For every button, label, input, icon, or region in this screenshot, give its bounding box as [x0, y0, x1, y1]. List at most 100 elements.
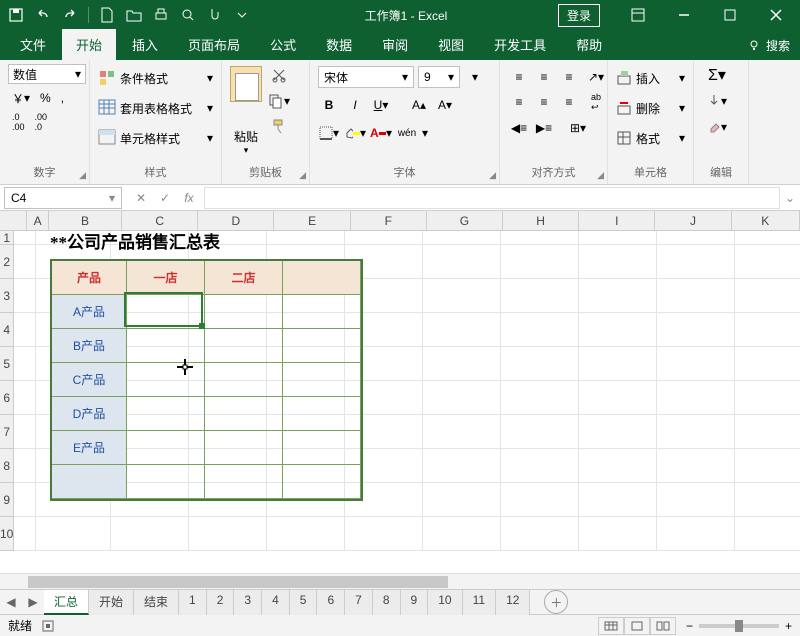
- table-row-label[interactable]: C产品: [52, 363, 127, 397]
- redo-icon[interactable]: [58, 3, 82, 27]
- font-color-button[interactable]: A▾: [370, 122, 392, 144]
- tab-pagelayout[interactable]: 页面布局: [174, 29, 254, 60]
- cell[interactable]: [423, 449, 501, 483]
- bold-button[interactable]: B: [318, 94, 340, 116]
- cell[interactable]: [735, 347, 800, 381]
- comma-button[interactable]: ,: [57, 88, 68, 108]
- expand-formula-bar-icon[interactable]: ⌄: [780, 191, 800, 205]
- col-header-E[interactable]: E: [274, 211, 350, 230]
- undo-icon[interactable]: [31, 3, 55, 27]
- minimize-icon[interactable]: [664, 0, 704, 30]
- col-header-H[interactable]: H: [503, 211, 579, 230]
- tab-data[interactable]: 数据: [312, 29, 366, 60]
- cell[interactable]: [14, 415, 36, 449]
- align-middle-button[interactable]: ≡: [533, 66, 555, 88]
- table-cell[interactable]: [205, 431, 283, 465]
- align-center-button[interactable]: ≡: [533, 91, 555, 113]
- dialog-launcher-icon[interactable]: ◢: [299, 170, 306, 181]
- cell[interactable]: [501, 381, 579, 415]
- zoom-slider[interactable]: [699, 624, 779, 628]
- fx-icon[interactable]: fx: [178, 187, 200, 209]
- page-break-view-button[interactable]: [650, 617, 676, 635]
- tab-home[interactable]: 开始: [62, 29, 116, 60]
- sheet-tab[interactable]: 10: [428, 590, 462, 615]
- italic-button[interactable]: I: [344, 94, 366, 116]
- cell[interactable]: [14, 381, 36, 415]
- open-icon[interactable]: [122, 3, 146, 27]
- increase-indent-button[interactable]: ▶≡: [533, 117, 555, 139]
- col-header-I[interactable]: I: [579, 211, 655, 230]
- cell[interactable]: [189, 517, 267, 551]
- formula-bar[interactable]: [204, 187, 780, 209]
- cell-styles-button[interactable]: 单元格样式▾: [98, 126, 213, 150]
- cell[interactable]: [579, 517, 657, 551]
- delete-cells-button[interactable]: 删除▾: [616, 96, 685, 120]
- row-header-9[interactable]: 9: [0, 483, 14, 517]
- cell[interactable]: [657, 347, 735, 381]
- table-cell[interactable]: [205, 295, 283, 329]
- sheet-tab[interactable]: 1: [179, 590, 207, 615]
- table-cell[interactable]: [283, 295, 361, 329]
- cell[interactable]: [14, 279, 36, 313]
- increase-font-button[interactable]: A▴: [408, 94, 430, 116]
- currency-button[interactable]: ￥▾: [8, 88, 34, 108]
- row-header-3[interactable]: 3: [0, 279, 14, 313]
- phonetic-button[interactable]: wén: [396, 122, 418, 144]
- sheet-tab[interactable]: 11: [463, 590, 496, 615]
- name-box[interactable]: C4▾: [4, 187, 122, 209]
- table-header[interactable]: 二店: [205, 261, 283, 295]
- horizontal-scrollbar[interactable]: [0, 573, 800, 589]
- cell[interactable]: [735, 279, 800, 313]
- cell[interactable]: [14, 483, 36, 517]
- cell[interactable]: [501, 483, 579, 517]
- cell[interactable]: [501, 231, 579, 245]
- decrease-indent-button[interactable]: ◀≡: [508, 117, 530, 139]
- fill-color-button[interactable]: ▾: [344, 122, 366, 144]
- table-row-label[interactable]: A产品: [52, 295, 127, 329]
- sheet-tab[interactable]: 7: [345, 590, 373, 615]
- select-all-corner[interactable]: [0, 211, 27, 230]
- preview-icon[interactable]: [176, 3, 200, 27]
- percent-button[interactable]: %: [36, 88, 55, 108]
- row-header-7[interactable]: 7: [0, 415, 14, 449]
- sheet-tab[interactable]: 5: [290, 590, 318, 615]
- cell[interactable]: [735, 313, 800, 347]
- decrease-decimal-button[interactable]: .00.0: [31, 112, 52, 132]
- cell[interactable]: [345, 231, 423, 245]
- row-header-8[interactable]: 8: [0, 449, 14, 483]
- cell[interactable]: [735, 449, 800, 483]
- cell[interactable]: [14, 347, 36, 381]
- table-cell[interactable]: [127, 431, 205, 465]
- cell[interactable]: [657, 245, 735, 279]
- cell[interactable]: [657, 313, 735, 347]
- cell[interactable]: [579, 245, 657, 279]
- sheet-tab[interactable]: 9: [401, 590, 429, 615]
- cell[interactable]: [423, 415, 501, 449]
- qat-customize-icon[interactable]: [230, 3, 254, 27]
- orientation-button[interactable]: ↗▾: [583, 66, 609, 88]
- cell[interactable]: [14, 245, 36, 279]
- fill-button[interactable]: ▾: [702, 90, 732, 112]
- col-header-J[interactable]: J: [655, 211, 731, 230]
- merge-button[interactable]: ⊞▾: [558, 117, 598, 139]
- font-name-combo[interactable]: 宋体▾: [318, 66, 414, 88]
- sheet-tab[interactable]: 2: [207, 590, 235, 615]
- cell[interactable]: [657, 231, 735, 245]
- table-cell[interactable]: [205, 397, 283, 431]
- dialog-launcher-icon[interactable]: ◢: [79, 170, 86, 181]
- tab-review[interactable]: 审阅: [368, 29, 422, 60]
- underline-button[interactable]: U▾: [370, 94, 392, 116]
- table-header[interactable]: [283, 261, 361, 295]
- number-format-combo[interactable]: 数值▾: [8, 64, 86, 84]
- maximize-icon[interactable]: [710, 0, 750, 30]
- wrap-text-button[interactable]: ab↩: [583, 91, 609, 113]
- cell[interactable]: [501, 279, 579, 313]
- sheet-tab[interactable]: 12: [496, 590, 530, 615]
- sheet-tab[interactable]: 开始: [89, 590, 134, 615]
- quick-print-icon[interactable]: [149, 3, 173, 27]
- cell[interactable]: [501, 245, 579, 279]
- cell[interactable]: [657, 517, 735, 551]
- table-cell[interactable]: [127, 329, 205, 363]
- cell[interactable]: [579, 313, 657, 347]
- col-header-K[interactable]: K: [732, 211, 800, 230]
